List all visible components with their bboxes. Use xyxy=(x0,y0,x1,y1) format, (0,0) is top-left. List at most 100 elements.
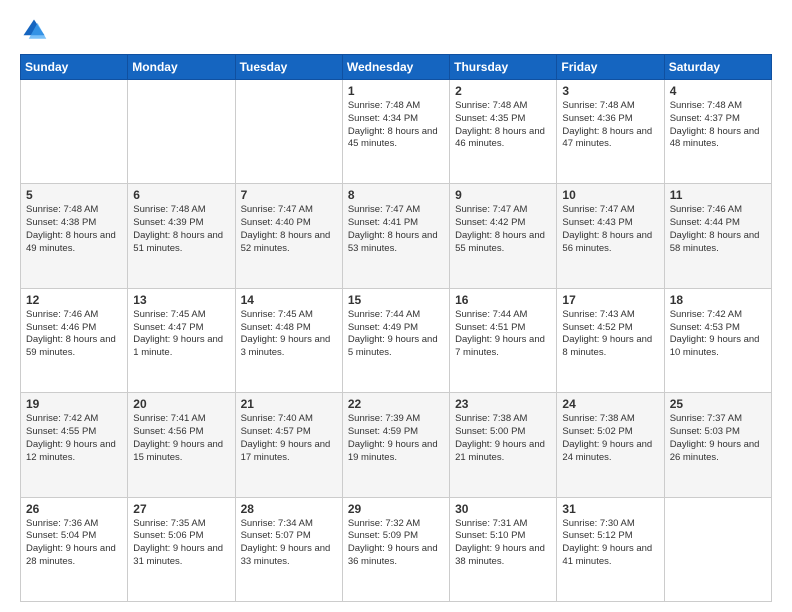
day-number: 11 xyxy=(670,188,766,202)
day-number: 25 xyxy=(670,397,766,411)
day-cell: 9Sunrise: 7:47 AM Sunset: 4:42 PM Daylig… xyxy=(450,184,557,288)
weekday-header-tuesday: Tuesday xyxy=(235,55,342,80)
day-number: 26 xyxy=(26,502,122,516)
day-info: Sunrise: 7:36 AM Sunset: 5:04 PM Dayligh… xyxy=(26,518,122,569)
day-info: Sunrise: 7:47 AM Sunset: 4:40 PM Dayligh… xyxy=(241,204,337,255)
day-number: 22 xyxy=(348,397,444,411)
day-info: Sunrise: 7:46 AM Sunset: 4:44 PM Dayligh… xyxy=(670,204,766,255)
day-info: Sunrise: 7:42 AM Sunset: 4:53 PM Dayligh… xyxy=(670,309,766,360)
day-number: 16 xyxy=(455,293,551,307)
weekday-header-monday: Monday xyxy=(128,55,235,80)
day-info: Sunrise: 7:31 AM Sunset: 5:10 PM Dayligh… xyxy=(455,518,551,569)
day-cell: 19 Sunrise: 7:42 AM Sunset: 4:55 PM Dayli… xyxy=(21,393,128,497)
day-number: 3 xyxy=(562,84,658,98)
week-row-2: 5 Sunrise: 7:48 AM Sunset: 4:38 PM Daylig… xyxy=(21,184,772,288)
day-number: 14 xyxy=(241,293,337,307)
logo-icon xyxy=(20,16,48,44)
day-cell xyxy=(21,80,128,184)
day-info: Sunrise: 7:32 AM Sunset: 5:09 PM Dayligh… xyxy=(348,518,444,569)
weekday-header-thursday: Thursday xyxy=(450,55,557,80)
day-cell: 20Sunrise: 7:41 AM Sunset: 4:56 PM Dayli… xyxy=(128,393,235,497)
day-info: Sunrise: 7:30 AM Sunset: 5:12 PM Dayligh… xyxy=(562,518,658,569)
day-cell: 12 Sunrise: 7:46 AM Sunset: 4:46 PM Dayli… xyxy=(21,288,128,392)
day-cell: 28 Sunrise: 7:34 AM Sunset: 5:07 PM Dayli… xyxy=(235,497,342,601)
day-info: Sunrise: 7:42 AM Sunset: 4:55 PM Dayligh… xyxy=(26,413,122,464)
day-number: 30 xyxy=(455,502,551,516)
calendar: SundayMondayTuesdayWednesdayThursdayFrid… xyxy=(20,54,772,602)
day-number: 15 xyxy=(348,293,444,307)
weekday-header-saturday: Saturday xyxy=(664,55,771,80)
day-cell: 25 Sunrise: 7:37 AM Sunset: 5:03 PM Dayli… xyxy=(664,393,771,497)
day-cell: 11 Sunrise: 7:46 AM Sunset: 4:44 PM Dayli… xyxy=(664,184,771,288)
day-cell: 22 Sunrise: 7:39 AM Sunset: 4:59 PM Dayli… xyxy=(342,393,449,497)
day-cell: 29 Sunrise: 7:32 AM Sunset: 5:09 PM Dayli… xyxy=(342,497,449,601)
day-number: 19 xyxy=(26,397,122,411)
weekday-header-wednesday: Wednesday xyxy=(342,55,449,80)
day-cell: 16 Sunrise: 7:44 AM Sunset: 4:51 PM Dayli… xyxy=(450,288,557,392)
day-info: Sunrise: 7:48 AM Sunset: 4:38 PM Dayligh… xyxy=(26,204,122,255)
day-info: Sunrise: 7:44 AM Sunset: 4:51 PM Dayligh… xyxy=(455,309,551,360)
day-cell: 15 Sunrise: 7:44 AM Sunset: 4:49 PM Dayli… xyxy=(342,288,449,392)
week-row-1: 1 Sunrise: 7:48 AM Sunset: 4:34 PM Daylig… xyxy=(21,80,772,184)
page: SundayMondayTuesdayWednesdayThursdayFrid… xyxy=(0,0,792,612)
weekday-header-friday: Friday xyxy=(557,55,664,80)
day-info: Sunrise: 7:38 AM Sunset: 5:00 PM Dayligh… xyxy=(455,413,551,464)
day-cell: 6 Sunrise: 7:48 AM Sunset: 4:39 PM Daylig… xyxy=(128,184,235,288)
day-number: 24 xyxy=(562,397,658,411)
day-info: Sunrise: 7:44 AM Sunset: 4:49 PM Dayligh… xyxy=(348,309,444,360)
day-number: 10 xyxy=(562,188,658,202)
weekday-header-sunday: Sunday xyxy=(21,55,128,80)
day-info: Sunrise: 7:45 AM Sunset: 4:47 PM Dayligh… xyxy=(133,309,229,360)
day-cell xyxy=(235,80,342,184)
day-cell: 31 Sunrise: 7:30 AM Sunset: 5:12 PM Dayli… xyxy=(557,497,664,601)
day-info: Sunrise: 7:37 AM Sunset: 5:03 PM Dayligh… xyxy=(670,413,766,464)
day-info: Sunrise: 7:40 AM Sunset: 4:57 PM Dayligh… xyxy=(241,413,337,464)
day-cell: 30 Sunrise: 7:31 AM Sunset: 5:10 PM Dayli… xyxy=(450,497,557,601)
day-cell: 10Sunrise: 7:47 AM Sunset: 4:43 PM Dayli… xyxy=(557,184,664,288)
day-number: 6 xyxy=(133,188,229,202)
week-row-5: 26 Sunrise: 7:36 AM Sunset: 5:04 PM Dayli… xyxy=(21,497,772,601)
calendar-body: 1 Sunrise: 7:48 AM Sunset: 4:34 PM Daylig… xyxy=(21,80,772,602)
day-cell: 1 Sunrise: 7:48 AM Sunset: 4:34 PM Daylig… xyxy=(342,80,449,184)
day-cell: 14 Sunrise: 7:45 AM Sunset: 4:48 PM Dayli… xyxy=(235,288,342,392)
day-cell: 18Sunrise: 7:42 AM Sunset: 4:53 PM Dayli… xyxy=(664,288,771,392)
day-cell: 2Sunrise: 7:48 AM Sunset: 4:35 PM Daylig… xyxy=(450,80,557,184)
day-info: Sunrise: 7:47 AM Sunset: 4:41 PM Dayligh… xyxy=(348,204,444,255)
day-info: Sunrise: 7:39 AM Sunset: 4:59 PM Dayligh… xyxy=(348,413,444,464)
day-info: Sunrise: 7:35 AM Sunset: 5:06 PM Dayligh… xyxy=(133,518,229,569)
day-cell: 13Sunrise: 7:45 AM Sunset: 4:47 PM Dayli… xyxy=(128,288,235,392)
day-number: 5 xyxy=(26,188,122,202)
day-cell: 8 Sunrise: 7:47 AM Sunset: 4:41 PM Daylig… xyxy=(342,184,449,288)
day-number: 7 xyxy=(241,188,337,202)
day-cell: 23 Sunrise: 7:38 AM Sunset: 5:00 PM Dayli… xyxy=(450,393,557,497)
day-number: 29 xyxy=(348,502,444,516)
day-info: Sunrise: 7:45 AM Sunset: 4:48 PM Dayligh… xyxy=(241,309,337,360)
day-info: Sunrise: 7:38 AM Sunset: 5:02 PM Dayligh… xyxy=(562,413,658,464)
day-number: 28 xyxy=(241,502,337,516)
day-number: 12 xyxy=(26,293,122,307)
day-info: Sunrise: 7:48 AM Sunset: 4:34 PM Dayligh… xyxy=(348,100,444,151)
day-info: Sunrise: 7:34 AM Sunset: 5:07 PM Dayligh… xyxy=(241,518,337,569)
day-cell xyxy=(128,80,235,184)
day-info: Sunrise: 7:47 AM Sunset: 4:42 PM Dayligh… xyxy=(455,204,551,255)
day-number: 23 xyxy=(455,397,551,411)
day-number: 1 xyxy=(348,84,444,98)
day-info: Sunrise: 7:48 AM Sunset: 4:39 PM Dayligh… xyxy=(133,204,229,255)
day-cell: 24 Sunrise: 7:38 AM Sunset: 5:02 PM Dayli… xyxy=(557,393,664,497)
calendar-header: SundayMondayTuesdayWednesdayThursdayFrid… xyxy=(21,55,772,80)
day-info: Sunrise: 7:41 AM Sunset: 4:56 PM Dayligh… xyxy=(133,413,229,464)
day-cell: 4Sunrise: 7:48 AM Sunset: 4:37 PM Daylig… xyxy=(664,80,771,184)
day-number: 4 xyxy=(670,84,766,98)
day-cell: 17Sunrise: 7:43 AM Sunset: 4:52 PM Dayli… xyxy=(557,288,664,392)
day-cell: 21 Sunrise: 7:40 AM Sunset: 4:57 PM Dayli… xyxy=(235,393,342,497)
day-cell: 3Sunrise: 7:48 AM Sunset: 4:36 PM Daylig… xyxy=(557,80,664,184)
day-cell: 7 Sunrise: 7:47 AM Sunset: 4:40 PM Daylig… xyxy=(235,184,342,288)
day-cell: 26 Sunrise: 7:36 AM Sunset: 5:04 PM Dayli… xyxy=(21,497,128,601)
day-number: 17 xyxy=(562,293,658,307)
day-number: 8 xyxy=(348,188,444,202)
day-cell: 5 Sunrise: 7:48 AM Sunset: 4:38 PM Daylig… xyxy=(21,184,128,288)
day-info: Sunrise: 7:46 AM Sunset: 4:46 PM Dayligh… xyxy=(26,309,122,360)
day-number: 31 xyxy=(562,502,658,516)
day-number: 21 xyxy=(241,397,337,411)
day-cell xyxy=(664,497,771,601)
